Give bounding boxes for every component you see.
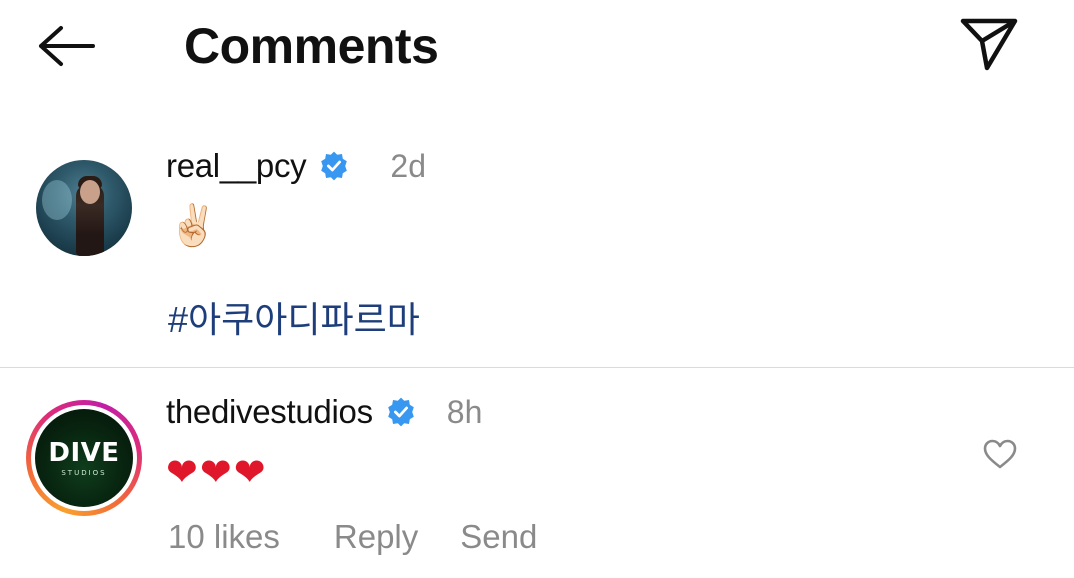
arrow-left-icon (39, 26, 95, 66)
divider (0, 367, 1074, 368)
post-caption: real__pcy 2d ✌🏻 #아쿠아디파르마 (0, 130, 1074, 368)
heart-outline-icon (983, 439, 1017, 469)
caption-emoji: ✌🏻 (168, 204, 218, 248)
avatar-logo-subtext: STUDIOS (61, 469, 107, 477)
timestamp: 8h (446, 393, 483, 430)
comment-text: ❤ ❤ ❤ (166, 450, 266, 496)
avatar: DIVE STUDIOS (35, 409, 133, 507)
username[interactable]: thedivestudios (166, 393, 373, 431)
share-button[interactable] (954, 12, 1024, 76)
page-title: Comments (184, 18, 439, 74)
timestamp: 2d (390, 147, 426, 184)
heart-emoji: ❤ (166, 452, 198, 494)
verified-badge-icon (385, 396, 417, 428)
comment-actions: 10 likes Reply Send (168, 518, 537, 556)
caption-header: real__pcy 2d (166, 146, 426, 186)
heart-emoji: ❤ (233, 452, 266, 494)
heart-emoji: ❤ (199, 452, 232, 494)
comment-header: thedivestudios 8h (166, 392, 482, 432)
avatar[interactable] (36, 160, 132, 256)
hashtag-link[interactable]: #아쿠아디파르마 (168, 298, 420, 342)
top-bar: Comments (0, 0, 1074, 96)
reply-button[interactable]: Reply (334, 518, 418, 556)
back-button[interactable] (30, 18, 102, 74)
send-button[interactable]: Send (460, 518, 537, 556)
avatar-logo-text: DIVE (48, 438, 120, 468)
verified-badge-icon (318, 150, 350, 182)
likes-count[interactable]: 10 likes (168, 518, 280, 556)
comment-item: DIVE STUDIOS thedivestudios 8h ❤ ❤ ❤ 10 … (0, 370, 1074, 578)
like-button[interactable] (980, 434, 1020, 474)
paper-plane-icon (960, 18, 1018, 71)
username[interactable]: real__pcy (166, 147, 307, 185)
story-ring[interactable]: DIVE STUDIOS (26, 400, 142, 516)
